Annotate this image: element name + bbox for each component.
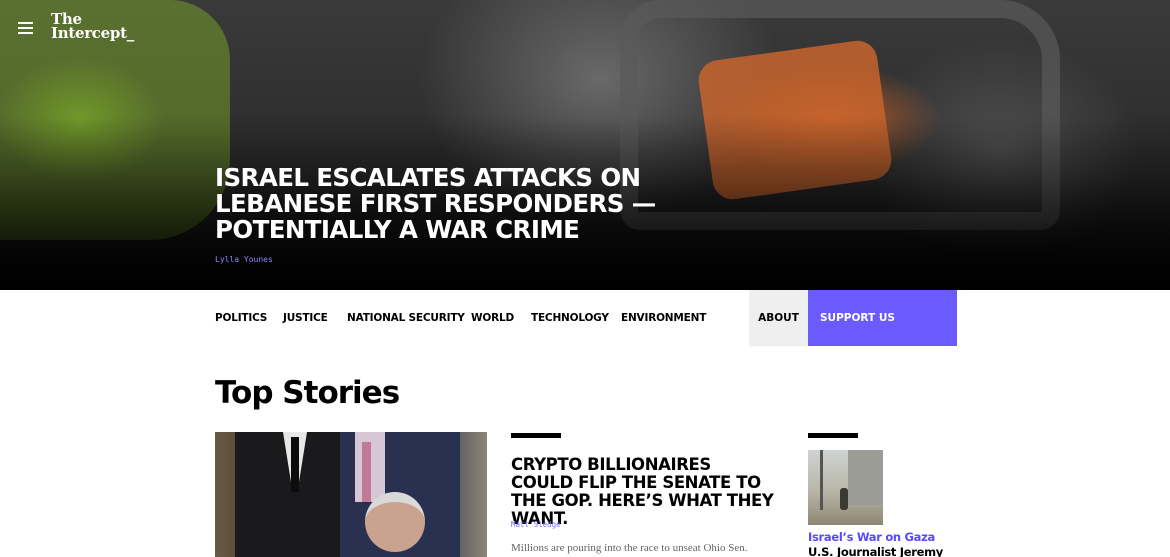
nav-item-politics[interactable]: POLITICS — [215, 290, 267, 346]
story-1-image[interactable] — [215, 432, 487, 557]
main-nav: POLITICS JUSTICE NATIONAL SECURITY WORLD… — [0, 290, 1170, 346]
nav-item-technology[interactable]: TECHNOLOGY — [531, 290, 609, 346]
hero-byline[interactable]: Lylla Younes — [215, 255, 273, 264]
hamburger-menu-icon[interactable] — [18, 22, 33, 34]
site-logo[interactable]: The Intercept_ — [51, 12, 134, 42]
hero-section[interactable]: The Intercept_ Israel Escalates Attacks … — [0, 0, 1170, 290]
story-2-headline[interactable]: Crypto Billionaires Could Flip the Senat… — [511, 456, 776, 528]
story-3-headline[interactable]: U.S. Journalist Jeremy — [808, 545, 958, 557]
nav-item-world[interactable]: WORLD — [471, 290, 514, 346]
top-stories-heading: Top Stories — [215, 375, 400, 411]
story-2-rule — [511, 433, 561, 438]
nav-item-environment[interactable]: ENVIRONMENT — [621, 290, 706, 346]
logo-line-2: Intercept_ — [51, 24, 134, 42]
story-2-dek: Millions are pouring into the race to un… — [511, 542, 748, 554]
hero-headline[interactable]: Israel Escalates Attacks on Lebanese Fir… — [215, 165, 675, 243]
story-2-byline[interactable]: Matt Sledge — [511, 520, 561, 529]
nav-about-button[interactable]: ABOUT — [749, 290, 808, 346]
nav-item-justice[interactable]: JUSTICE — [283, 290, 328, 346]
support-us-button[interactable]: SUPPORT US — [808, 290, 957, 346]
story-3-kicker[interactable]: Israel’s War on Gaza — [808, 530, 935, 544]
hero-shade — [0, 0, 1170, 290]
nav-item-national-security[interactable]: NATIONAL SECURITY — [347, 290, 465, 346]
story-3-rule — [808, 433, 858, 438]
story-3-image[interactable] — [808, 450, 883, 525]
